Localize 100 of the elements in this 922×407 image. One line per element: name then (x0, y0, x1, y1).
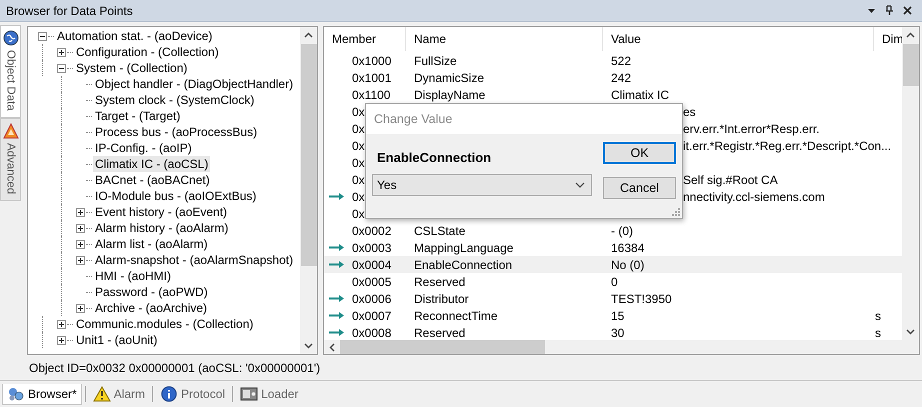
tree-item[interactable]: HMI - (aoHMI) (93, 268, 173, 284)
table-cell: 0x1000 (352, 54, 392, 68)
table-cell: 0x (352, 190, 365, 204)
table-cell: nnectivity.ccl-siemens.com (683, 190, 825, 204)
tree-item[interactable]: Automation stat. - (aoDevice) (55, 28, 214, 44)
tree-item[interactable]: IO-Module bus - (aoIOExtBus) (93, 188, 258, 204)
expander-icon[interactable] (76, 240, 85, 248)
expander-icon[interactable] (57, 48, 66, 56)
table-cell: 0x (352, 138, 365, 152)
scrollbar[interactable] (324, 340, 919, 354)
dropdown-icon[interactable] (867, 6, 876, 15)
bottom-tab[interactable]: Loader (236, 384, 302, 404)
table-cell: 16384 (611, 240, 644, 254)
tree-item[interactable]: Object handler - (DiagObjectHandler) (93, 76, 296, 92)
side-tab[interactable]: Object Data (0, 25, 21, 118)
bottom-tab[interactable]: Protocol (156, 384, 230, 404)
table-cell: Reserved (414, 274, 466, 288)
dialog-button[interactable]: OK (603, 142, 676, 164)
table-cell: 0x0004 (352, 258, 392, 272)
table-cell: 0x (352, 156, 365, 170)
expander-icon[interactable] (57, 336, 66, 344)
tree-item[interactable]: Configuration - (Collection) (74, 44, 221, 60)
dialog-title: Change Value (374, 112, 452, 126)
table-cell: 0x0008 (352, 326, 392, 340)
table-cell: 0 (611, 274, 618, 288)
table-cell: s (875, 326, 881, 340)
table-cell: s (875, 308, 881, 322)
chevron-up-icon[interactable] (906, 32, 915, 38)
tree-item[interactable]: Archive - (aoArchive) (93, 300, 210, 316)
table-cell: es (683, 104, 696, 118)
scrollbar[interactable] (300, 27, 317, 354)
scrollbar-thumb[interactable] (340, 340, 545, 354)
bottom-tab[interactable]: Alarm (88, 384, 150, 404)
table-cell: 15 (611, 308, 624, 322)
tree-item[interactable]: Alarm-snapshot - (aoAlarmSnapshot) (93, 252, 296, 268)
info-icon (160, 386, 178, 402)
chevron-left-icon[interactable] (329, 342, 335, 352)
table-cell: ReconnectTime (414, 308, 498, 322)
table-cell: FullSize (414, 54, 457, 68)
chevron-down-icon[interactable] (304, 343, 313, 349)
tree-item[interactable]: Target - (Target) (93, 108, 182, 124)
tree-item[interactable]: Process bus - (aoProcessBus) (93, 124, 260, 140)
table-cell: Distributor (414, 292, 469, 306)
window-title: Browser for Data Points (6, 4, 134, 18)
scrollbar[interactable] (902, 27, 919, 340)
scrollbar-thumb[interactable] (902, 44, 918, 86)
tree-item[interactable]: BACnet - (aoBACnet) (93, 172, 212, 188)
table-cell: 30 (611, 326, 624, 340)
expander-icon[interactable] (76, 224, 85, 232)
chevron-down-icon (575, 182, 585, 188)
tree-item[interactable]: Unit1 - (aoUnit) (74, 332, 160, 348)
column-header[interactable]: Member (324, 27, 406, 51)
table-cell: 0x1001 (352, 70, 392, 84)
table-cell: 0x (352, 206, 365, 220)
value-dropdown[interactable]: Yes (372, 174, 592, 196)
table-cell: 0x0007 (352, 308, 392, 322)
table-cell: Self sig.#Root CA (683, 172, 778, 186)
pin-icon[interactable] (885, 5, 894, 16)
tree-item[interactable]: Alarm history - (aoAlarm) (93, 220, 230, 236)
dialog-button[interactable]: Cancel (603, 177, 676, 199)
chevron-up-icon[interactable] (304, 32, 313, 38)
table-cell: 0x0005 (352, 274, 392, 288)
bottom-tab[interactable]: Browser* (2, 384, 82, 404)
network-icon (7, 386, 25, 402)
field-label: EnableConnection (376, 150, 492, 165)
tree-item[interactable]: IP-Config. - (aoIP) (93, 140, 194, 156)
tree-item[interactable]: Event history - (aoEvent) (93, 204, 230, 220)
close-icon[interactable] (903, 6, 912, 15)
chevron-down-icon[interactable] (906, 329, 915, 335)
tree-item[interactable]: System - (Collection) (74, 60, 190, 76)
table-cell: 242 (611, 70, 632, 84)
table-cell: TEST!3950 (611, 292, 672, 306)
table-cell: EnableConnection (414, 258, 512, 272)
tree-item[interactable]: System clock - (SystemClock) (93, 92, 256, 108)
warning-icon (92, 386, 111, 402)
column-header[interactable]: Value (603, 27, 874, 51)
expander-icon[interactable] (57, 320, 66, 328)
scrollbar-thumb[interactable] (300, 44, 316, 266)
tree-item[interactable]: Alarm list - (aoAlarm) (93, 236, 210, 252)
expander-icon[interactable] (76, 304, 85, 312)
side-tab[interactable]: Advanced (0, 118, 21, 201)
expander-icon[interactable] (38, 32, 47, 40)
status-text: Object ID=0x0032 0x00000001 (aoCSL: '0x00000001') (29, 361, 320, 375)
column-header[interactable]: Name (406, 27, 603, 51)
table-cell: it.err.*Registr.*Reg.err.*Descript.*Con... (683, 138, 892, 152)
tree-item[interactable]: Communic.modules - (Collection) (74, 316, 256, 332)
resize-grip-icon[interactable] (672, 208, 680, 216)
expander-icon[interactable] (76, 208, 85, 216)
table-cell: 0x (352, 122, 365, 136)
table-cell: 0x (352, 172, 365, 186)
table-cell: 0x1100 (352, 88, 390, 102)
table-cell: No (0) (611, 258, 644, 272)
expander-icon[interactable] (76, 256, 85, 264)
expander-icon[interactable] (57, 64, 66, 72)
tree-item[interactable]: Password - (aoPWD) (93, 284, 210, 300)
table-cell: erv.err.*Int.error*Resp.err. (683, 122, 820, 136)
globe-icon (2, 30, 18, 46)
table-cell: DisplayName (414, 88, 486, 102)
table-cell: Climatix IC (611, 88, 670, 102)
tree-item[interactable]: Climatix IC - (aoCSL) (93, 156, 210, 172)
